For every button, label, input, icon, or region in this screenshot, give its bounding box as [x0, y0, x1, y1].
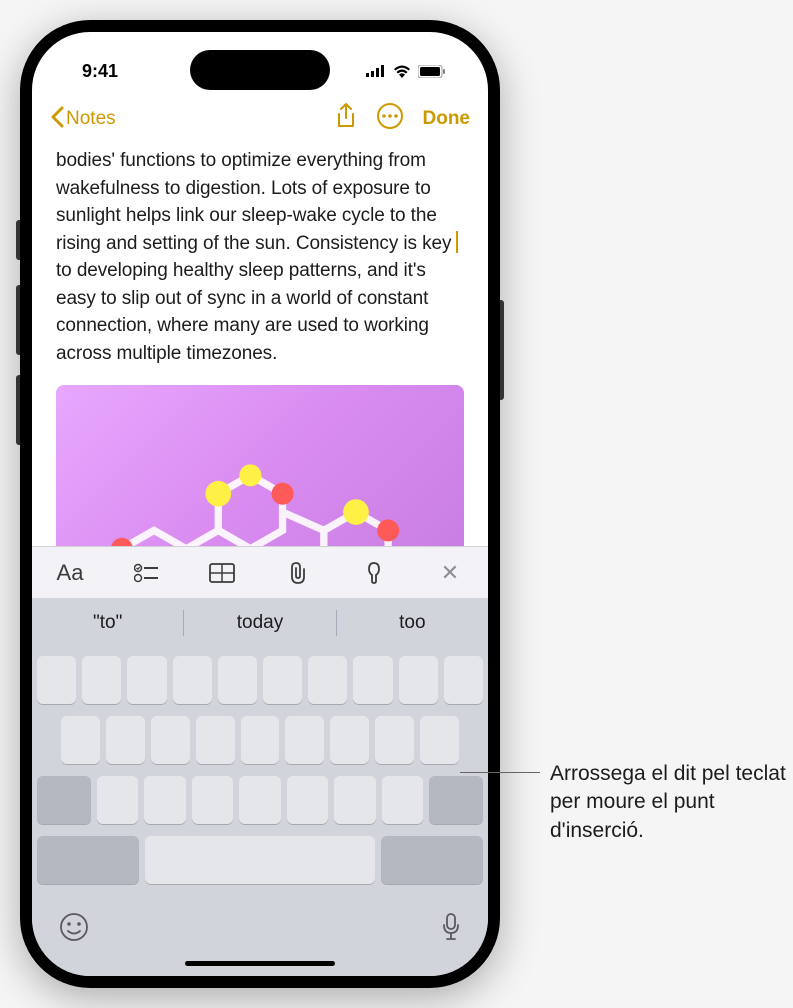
back-button[interactable]: Notes: [50, 103, 116, 135]
blank-key[interactable]: [196, 716, 235, 764]
battery-icon: [418, 65, 446, 78]
nav-bar: Notes Done: [32, 92, 488, 143]
note-text[interactable]: bodies' functions to optimize everything…: [56, 147, 464, 367]
nav-actions: Done: [335, 102, 471, 135]
dictation-icon[interactable]: [441, 912, 461, 949]
markup-button[interactable]: [336, 561, 412, 585]
blank-key[interactable]: [353, 656, 392, 704]
text-before-cursor: bodies' functions to optimize everything…: [56, 150, 457, 254]
blank-key[interactable]: [382, 776, 423, 824]
blank-key[interactable]: [241, 716, 280, 764]
suggestion-3[interactable]: too: [337, 612, 488, 634]
text-after-cursor: to developing healthy sleep patterns, an…: [56, 260, 429, 364]
format-toolbar: Aa ✕: [32, 546, 488, 598]
suggestion-bar: "to" today too: [32, 598, 488, 648]
dynamic-island: [190, 50, 330, 90]
home-indicator[interactable]: [185, 961, 335, 966]
done-button[interactable]: Done: [423, 108, 471, 130]
key-row-2: [37, 716, 483, 764]
volume-up-button: [16, 285, 20, 355]
wifi-icon: [393, 65, 411, 78]
blank-key[interactable]: [82, 656, 121, 704]
blank-key[interactable]: [444, 656, 483, 704]
blank-key[interactable]: [308, 656, 347, 704]
blank-key[interactable]: [173, 656, 212, 704]
table-button[interactable]: [184, 563, 260, 583]
attachment-button[interactable]: [260, 561, 336, 585]
suggestion-2[interactable]: today: [184, 612, 335, 634]
emoji-icon[interactable]: [59, 912, 89, 949]
blank-key[interactable]: [399, 656, 438, 704]
callout: Arrossega el dit pel teclat per moure el…: [510, 760, 790, 845]
blank-key[interactable]: [334, 776, 375, 824]
blank-key[interactable]: [192, 776, 233, 824]
blank-key[interactable]: [263, 656, 302, 704]
blank-mode-key[interactable]: [37, 836, 139, 884]
blank-key[interactable]: [218, 656, 257, 704]
checklist-button[interactable]: [108, 563, 184, 583]
screen: 9:41 Notes: [32, 32, 488, 976]
note-content[interactable]: bodies' functions to optimize everything…: [32, 143, 488, 546]
note-image[interactable]: [56, 385, 464, 546]
status-time: 9:41: [82, 61, 118, 82]
close-format-button[interactable]: ✕: [412, 560, 488, 586]
molecule-illustration: [76, 455, 443, 546]
blank-space-key[interactable]: [145, 836, 374, 884]
share-icon[interactable]: [335, 102, 357, 135]
keyboard-bottom-row: [37, 896, 483, 949]
status-icons: [366, 65, 446, 78]
blank-key[interactable]: [144, 776, 185, 824]
back-label: Notes: [66, 108, 116, 130]
side-button: [500, 300, 504, 400]
mute-switch: [16, 220, 20, 260]
callout-line: [460, 772, 540, 773]
blank-key[interactable]: [330, 716, 369, 764]
blank-key[interactable]: [420, 716, 459, 764]
blank-key[interactable]: [61, 716, 100, 764]
blank-key[interactable]: [239, 776, 280, 824]
phone-frame: 9:41 Notes: [20, 20, 500, 988]
chevron-left-icon: [50, 103, 64, 135]
text-cursor: [456, 231, 458, 253]
blank-key[interactable]: [151, 716, 190, 764]
keyboard-trackpad-mode[interactable]: [32, 648, 488, 976]
key-row-4: [37, 836, 483, 884]
suggestion-1[interactable]: "to": [32, 612, 183, 634]
blank-return-key[interactable]: [381, 836, 483, 884]
blank-delete-key[interactable]: [429, 776, 483, 824]
blank-key[interactable]: [37, 656, 76, 704]
key-row-1: [37, 656, 483, 704]
blank-key[interactable]: [127, 656, 166, 704]
blank-key[interactable]: [287, 776, 328, 824]
text-format-button[interactable]: Aa: [32, 560, 108, 586]
cellular-icon: [366, 65, 386, 77]
blank-key[interactable]: [106, 716, 145, 764]
volume-down-button: [16, 375, 20, 445]
more-icon[interactable]: [377, 103, 403, 134]
blank-shift-key[interactable]: [37, 776, 91, 824]
callout-text: Arrossega el dit pel teclat per moure el…: [510, 760, 790, 845]
blank-key[interactable]: [375, 716, 414, 764]
blank-key[interactable]: [285, 716, 324, 764]
key-row-3: [37, 776, 483, 824]
blank-key[interactable]: [97, 776, 138, 824]
phone-container: 9:41 Notes: [20, 20, 500, 988]
